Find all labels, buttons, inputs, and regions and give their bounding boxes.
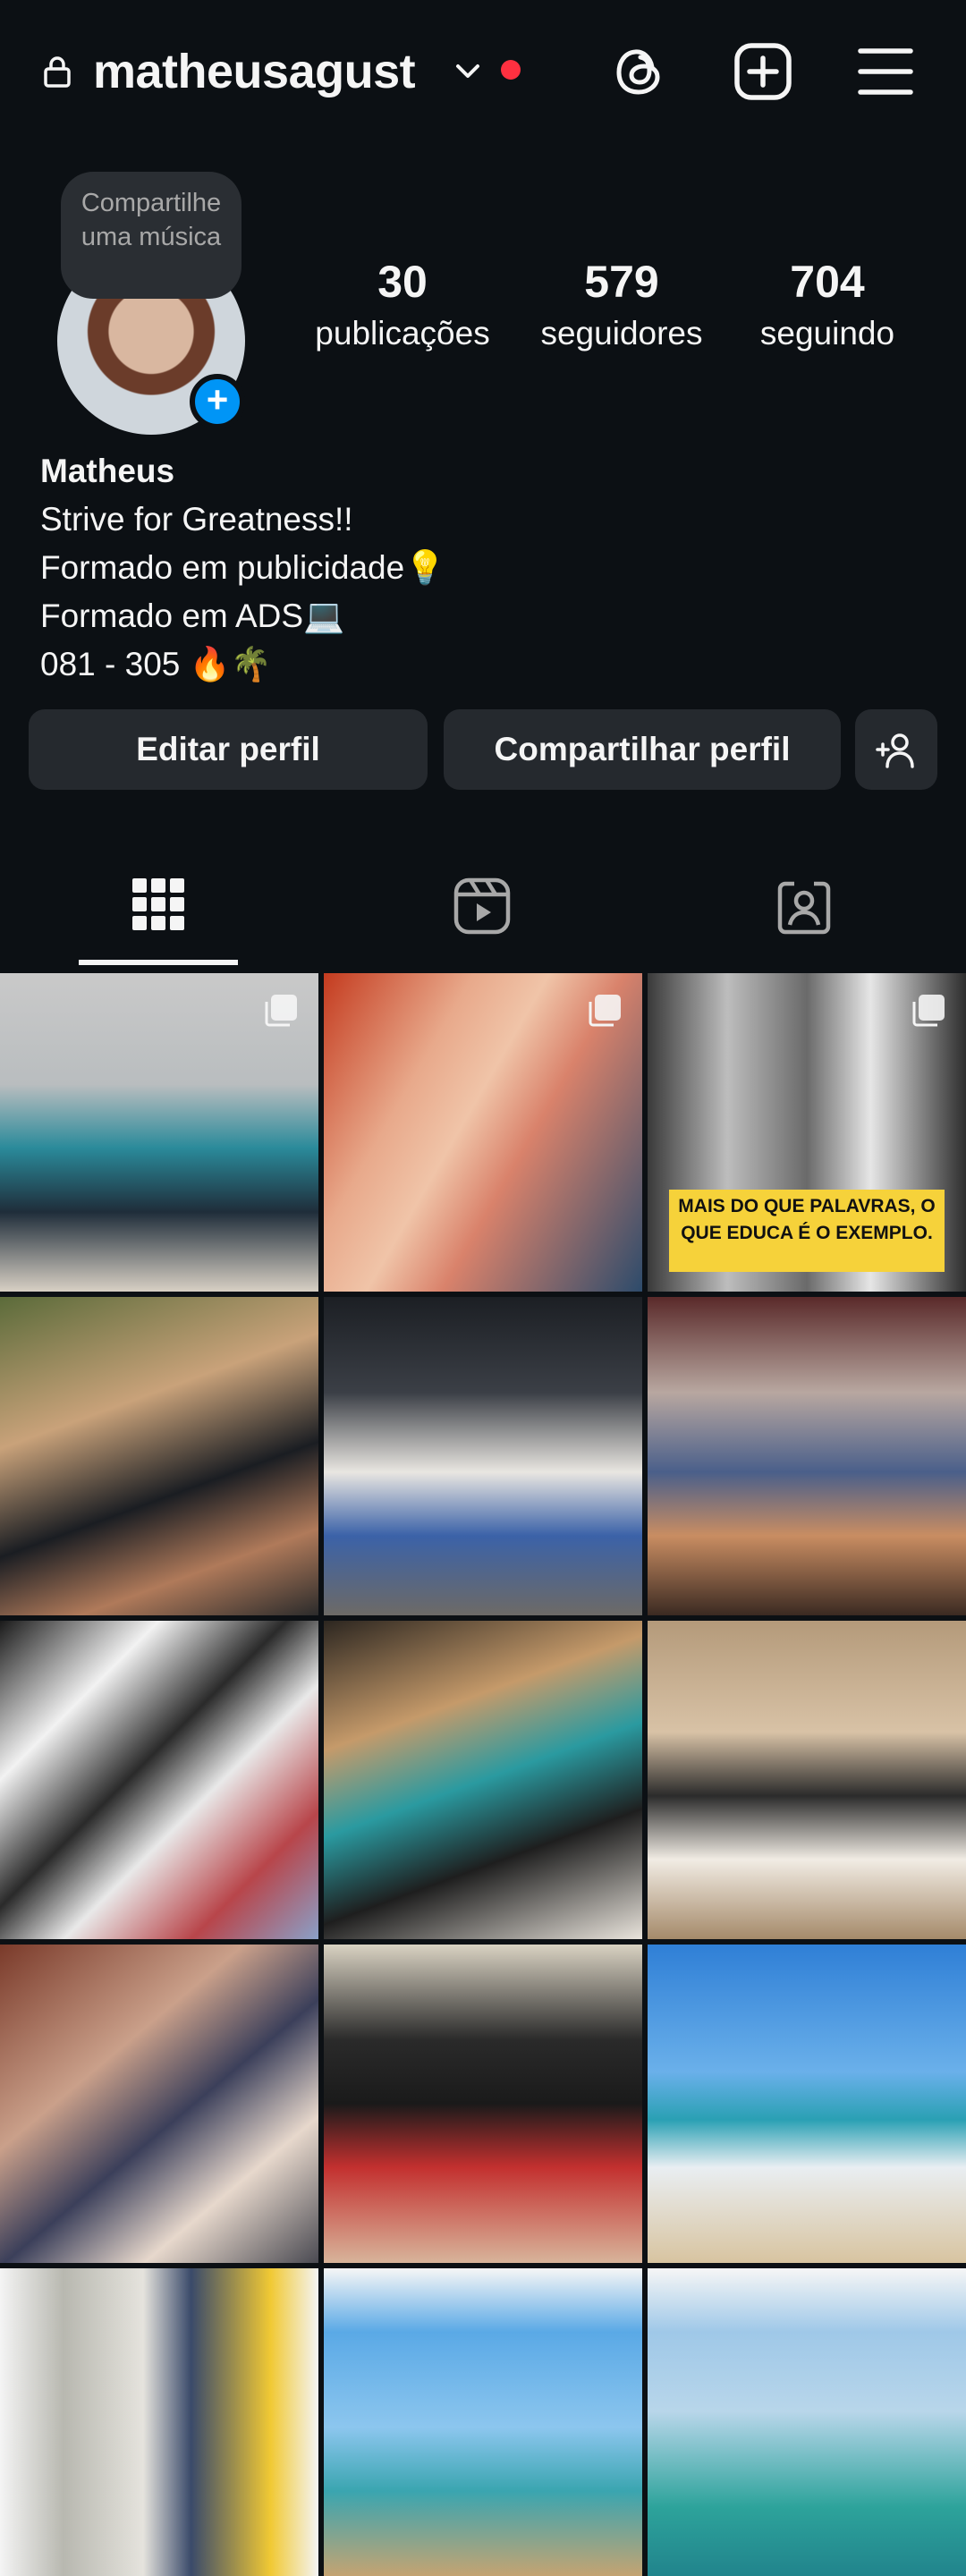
tab-posts-grid[interactable] [0, 859, 322, 962]
bio-line: Strive for Greatness!! [40, 501, 353, 538]
profile-name: Matheus [40, 453, 175, 489]
stat-following-label: seguindo [759, 315, 895, 352]
carousel-icon [589, 995, 621, 1027]
bio-line: 081 - 305 🔥🌴 [40, 646, 272, 682]
post-thumbnail[interactable] [0, 973, 318, 1292]
carousel-icon [912, 995, 945, 1027]
post-thumbnail[interactable] [0, 1621, 318, 1939]
stat-followers-label: seguidores [540, 315, 703, 352]
post-thumbnail[interactable] [324, 1297, 642, 1615]
stat-following[interactable]: 704 seguindo [733, 252, 921, 356]
tab-reels[interactable] [322, 859, 644, 962]
post-thumbnail[interactable] [648, 2268, 966, 2576]
post-thumbnail[interactable] [324, 1945, 642, 2263]
post-thumbnail[interactable] [0, 1297, 318, 1615]
carousel-icon [265, 995, 297, 1027]
stat-followers[interactable]: 579 seguidores [519, 252, 724, 356]
post-thumbnail[interactable] [648, 1945, 966, 2263]
post-thumbnail[interactable] [648, 1621, 966, 1939]
stat-posts-value: 30 [377, 257, 428, 307]
tab-tagged[interactable] [644, 859, 966, 962]
post-thumbnail[interactable] [324, 2268, 642, 2576]
new-post-icon[interactable] [732, 40, 794, 103]
post-thumbnail[interactable] [0, 1945, 318, 2263]
post-thumbnail[interactable] [324, 1621, 642, 1939]
post-thumbnail[interactable] [0, 2268, 318, 2576]
stat-followers-value: 579 [584, 257, 659, 307]
tagged-user-icon [777, 881, 831, 935]
lock-icon [44, 56, 71, 88]
account-username[interactable]: matheusagust [93, 36, 416, 107]
reels-icon [453, 877, 511, 935]
add-story-icon[interactable]: + [190, 374, 245, 429]
post-thumbnail[interactable] [648, 1297, 966, 1615]
add-person-icon [876, 733, 914, 768]
grid-icon [132, 878, 184, 930]
stat-following-value: 704 [790, 257, 865, 307]
profile-bio: Matheus Strive for Greatness!! Formado e… [40, 447, 445, 689]
notification-dot [501, 60, 521, 80]
stat-posts[interactable]: 30 publicações [304, 252, 501, 356]
active-tab-indicator [79, 960, 238, 965]
edit-profile-button[interactable]: Editar perfil [29, 709, 428, 790]
posts-grid: MAIS DO QUE PALAVRAS, O QUE EDUCA É O EX… [0, 973, 966, 2576]
share-profile-button[interactable]: Compartilhar perfil [444, 709, 841, 790]
menu-icon[interactable] [854, 40, 917, 103]
music-note-bubble[interactable]: Compartilhe uma música [61, 172, 242, 299]
post-thumbnail[interactable]: MAIS DO QUE PALAVRAS, O QUE EDUCA É O EX… [648, 973, 966, 1292]
chevron-down-icon[interactable] [452, 55, 484, 88]
bio-line: Formado em publicidade💡 [40, 549, 446, 586]
bio-line: Formado em ADS💻 [40, 597, 345, 634]
post-thumbnail[interactable] [324, 973, 642, 1292]
threads-icon[interactable] [608, 40, 671, 103]
post-banner-text: MAIS DO QUE PALAVRAS, O QUE EDUCA É O EX… [669, 1190, 945, 1272]
discover-people-button[interactable] [855, 709, 937, 790]
top-bar: matheusagust [0, 0, 966, 143]
stat-posts-label: publicações [315, 315, 490, 352]
